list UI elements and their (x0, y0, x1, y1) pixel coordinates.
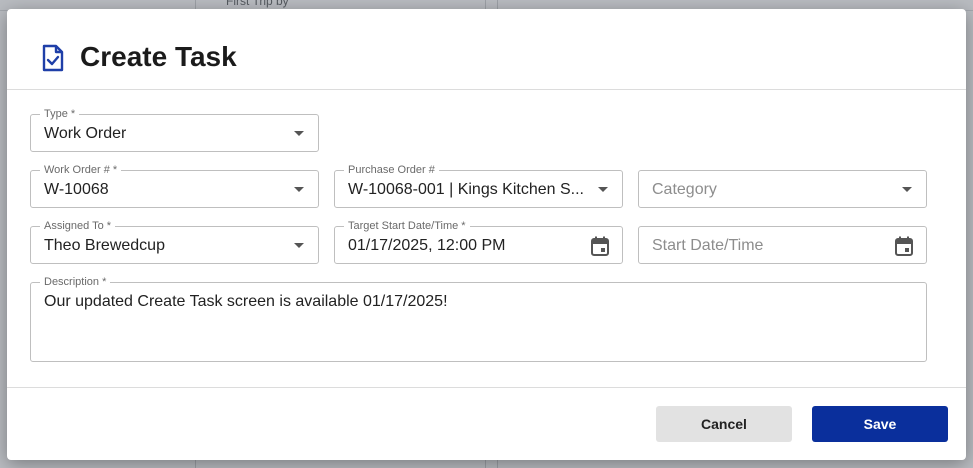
target-start-label: Target Start Date/Time * (344, 219, 470, 233)
assigned-to-select[interactable]: Assigned To * Theo Brewedcup (30, 219, 319, 264)
dialog-header: Create Task (7, 9, 966, 90)
task-document-icon (42, 44, 64, 72)
type-label: Type * (40, 107, 80, 121)
save-button[interactable]: Save (812, 406, 948, 442)
description-textarea[interactable]: Description * Our updated Create Task sc… (30, 275, 927, 362)
dialog-title: Create Task (80, 41, 237, 72)
calendar-icon[interactable] (591, 236, 609, 256)
description-label: Description * (40, 275, 111, 289)
assigned-to-label: Assigned To * (40, 219, 116, 233)
category-select[interactable]: Category (638, 170, 927, 208)
bg-text: First Trip by (226, 0, 289, 8)
purchase-order-select[interactable]: Purchase Order # W-10068-001 | Kings Kit… (334, 163, 623, 208)
cancel-button[interactable]: Cancel (656, 406, 792, 442)
purchase-order-value: W-10068-001 | Kings Kitchen S... (348, 181, 584, 198)
type-value: Work Order (44, 125, 127, 142)
chevron-down-icon (294, 131, 304, 136)
chevron-down-icon (294, 187, 304, 192)
start-datetime-input[interactable]: Start Date/Time (638, 226, 927, 264)
category-placeholder: Category (652, 181, 717, 198)
type-select[interactable]: Type * Work Order (30, 107, 319, 152)
assigned-to-value: Theo Brewedcup (44, 237, 165, 254)
dialog-footer: Cancel Save (7, 387, 966, 461)
chevron-down-icon (294, 243, 304, 248)
start-date-placeholder: Start Date/Time (652, 237, 764, 254)
work-order-select[interactable]: Work Order # * W-10068 (30, 163, 319, 208)
purchase-order-label: Purchase Order # (344, 163, 439, 177)
description-value: Our updated Create Task screen is availa… (44, 293, 448, 310)
chevron-down-icon (902, 187, 912, 192)
chevron-down-icon (598, 187, 608, 192)
work-order-label: Work Order # * (40, 163, 122, 177)
target-start-datetime-input[interactable]: Target Start Date/Time * 01/17/2025, 12:… (334, 219, 623, 264)
work-order-value: W-10068 (44, 181, 109, 198)
calendar-icon[interactable] (895, 236, 913, 256)
create-task-dialog: Create Task Type * Work Order Work Order… (7, 9, 966, 460)
target-start-value: 01/17/2025, 12:00 PM (348, 237, 506, 254)
